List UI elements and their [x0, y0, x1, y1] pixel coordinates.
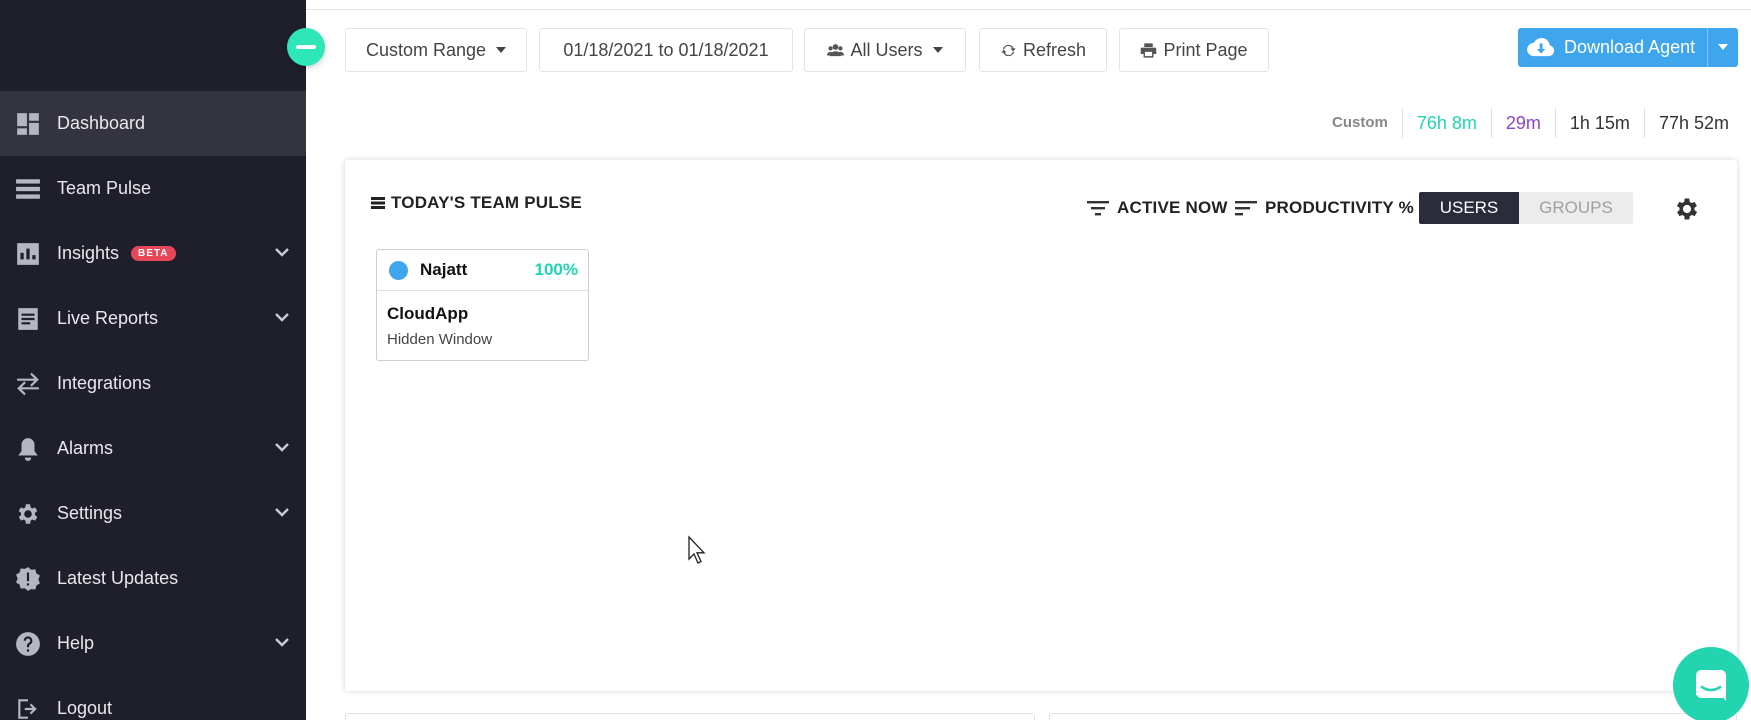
unproductive-time: 29m — [1490, 108, 1555, 138]
gear-icon — [15, 501, 41, 527]
sidebar-item-integrations[interactable]: Integrations — [0, 351, 306, 416]
team-pulse-card: TODAY'S TEAM PULSE ACTIVE NOW PRODUCTIVI… — [345, 160, 1737, 691]
next-panels-edge — [345, 713, 1737, 720]
sidebar-item-insights[interactable]: Insights BETA — [0, 221, 306, 286]
date-range-value: 01/18/2021 to 01/18/2021 — [563, 39, 769, 60]
refresh-label: Refresh — [1022, 39, 1087, 60]
sidebar-item-label: Live Reports — [57, 308, 159, 328]
print-page-button[interactable]: Print Page — [1119, 28, 1269, 72]
sidebar-item-label: Team Pulse — [57, 178, 152, 198]
beta-badge: BETA — [131, 246, 176, 261]
chat-launcher-button[interactable] — [1673, 647, 1749, 720]
download-agent-button[interactable]: Download Agent — [1518, 28, 1738, 67]
cloud-download-icon — [1527, 37, 1555, 56]
integrations-icon — [15, 371, 41, 397]
active-now-sort[interactable]: ACTIVE NOW — [1086, 198, 1228, 218]
team-pulse-icon — [15, 176, 41, 202]
sidebar-item-label: Latest Updates — [57, 568, 179, 588]
print-page-label: Print Page — [1163, 39, 1248, 60]
download-agent-label: Download Agent — [1564, 37, 1696, 57]
sidebar-item-live-reports[interactable]: Live Reports — [0, 286, 306, 351]
sidebar-nav: Dashboard Team Pulse Insights BETA Live … — [0, 91, 306, 720]
logout-icon — [15, 696, 41, 720]
neutral-time: 1h 15m — [1554, 108, 1644, 138]
team-pulse-title: TODAY'S TEAM PULSE — [371, 193, 582, 213]
pulse-settings-button[interactable] — [1673, 195, 1701, 223]
sidebar-item-label: Integrations — [57, 373, 152, 393]
panel-edge-left — [345, 713, 1035, 720]
caret-down-icon — [932, 47, 943, 53]
caret-down-icon — [496, 47, 507, 53]
printer-icon — [1141, 42, 1157, 58]
chevron-down-icon[interactable] — [274, 634, 289, 648]
chevron-down-icon[interactable] — [274, 439, 289, 453]
productivity-label: PRODUCTIVITY % — [1265, 198, 1414, 217]
users-icon — [827, 43, 845, 56]
bell-icon — [15, 436, 41, 462]
user-name: Najatt — [420, 260, 468, 279]
user-active-window: Hidden Window — [387, 331, 493, 348]
custom-range-dropdown[interactable]: Custom Range — [345, 28, 527, 72]
sidebar-item-team-pulse[interactable]: Team Pulse — [0, 156, 306, 221]
sidebar-item-alarms[interactable]: Alarms — [0, 416, 306, 481]
refresh-button[interactable]: Refresh — [979, 28, 1107, 72]
main-content: Custom Range 01/18/2021 to 01/18/2021 Al… — [306, 0, 1751, 720]
mouse-cursor-icon — [688, 535, 706, 564]
date-range-picker[interactable]: 01/18/2021 to 01/18/2021 — [539, 28, 793, 72]
user-active-app: CloudApp — [387, 304, 469, 323]
sort-icon — [1235, 201, 1257, 216]
gear-icon — [1676, 198, 1698, 220]
chat-icon — [1696, 670, 1726, 701]
user-productivity: 100% — [534, 260, 578, 279]
custom-range-label: Custom Range — [365, 39, 487, 60]
help-icon — [15, 631, 41, 657]
panel-edge-right — [1049, 713, 1737, 720]
sidebar-item-label: Dashboard — [57, 113, 146, 133]
sidebar-item-label: Settings — [57, 503, 123, 523]
productive-time: 76h 8m — [1401, 108, 1491, 138]
active-now-label: ACTIVE NOW — [1117, 198, 1228, 217]
users-groups-toggle: USERS GROUPS — [1419, 192, 1633, 224]
live-reports-icon — [15, 306, 41, 332]
sidebar-item-label: Help — [57, 633, 95, 653]
sidebar-item-dashboard[interactable]: Dashboard — [0, 91, 306, 156]
insights-icon — [15, 241, 41, 267]
download-divider — [1707, 28, 1708, 67]
user-pulse-card[interactable]: Najatt 100% CloudApp Hidden Window — [376, 249, 589, 361]
user-card-header: Najatt 100% — [377, 250, 588, 291]
sidebar-collapse-button[interactable] — [287, 28, 325, 66]
users-filter-dropdown[interactable]: All Users — [804, 28, 966, 72]
sidebar-item-label: Insights — [57, 243, 120, 263]
dashboard-icon — [15, 111, 41, 137]
team-pulse-title-text: TODAY'S TEAM PULSE — [391, 193, 582, 212]
sidebar-item-settings[interactable]: Settings — [0, 481, 306, 546]
total-time: 77h 52m — [1643, 108, 1743, 138]
top-divider — [306, 0, 1751, 10]
productivity-sort[interactable]: PRODUCTIVITY % — [1234, 198, 1414, 218]
tab-users[interactable]: USERS — [1419, 192, 1519, 224]
status-dot — [389, 260, 408, 280]
sidebar: Dashboard Team Pulse Insights BETA Live … — [0, 0, 306, 720]
sidebar-item-label: Alarms — [57, 438, 114, 458]
tab-groups[interactable]: GROUPS — [1519, 192, 1633, 224]
filter-icon — [1087, 201, 1109, 216]
sidebar-item-latest-updates[interactable]: Latest Updates — [0, 546, 306, 611]
users-filter-label: All Users — [850, 39, 923, 60]
minus-icon — [296, 45, 316, 49]
sidebar-item-logout[interactable]: Logout — [0, 676, 306, 720]
chevron-down-icon[interactable] — [274, 504, 289, 518]
chevron-down-icon[interactable] — [274, 244, 289, 258]
refresh-icon — [1001, 44, 1016, 56]
time-summary-label: Custom — [1331, 114, 1388, 131]
chevron-down-icon[interactable] — [274, 309, 289, 323]
caret-down-icon[interactable] — [1718, 44, 1728, 50]
updates-icon — [15, 566, 41, 592]
list-icon — [371, 197, 385, 209]
sidebar-item-label: Logout — [57, 698, 113, 718]
time-summary: Custom 76h 8m 29m 1h 15m 77h 52m — [1318, 108, 1743, 138]
sidebar-item-help[interactable]: Help — [0, 611, 306, 676]
